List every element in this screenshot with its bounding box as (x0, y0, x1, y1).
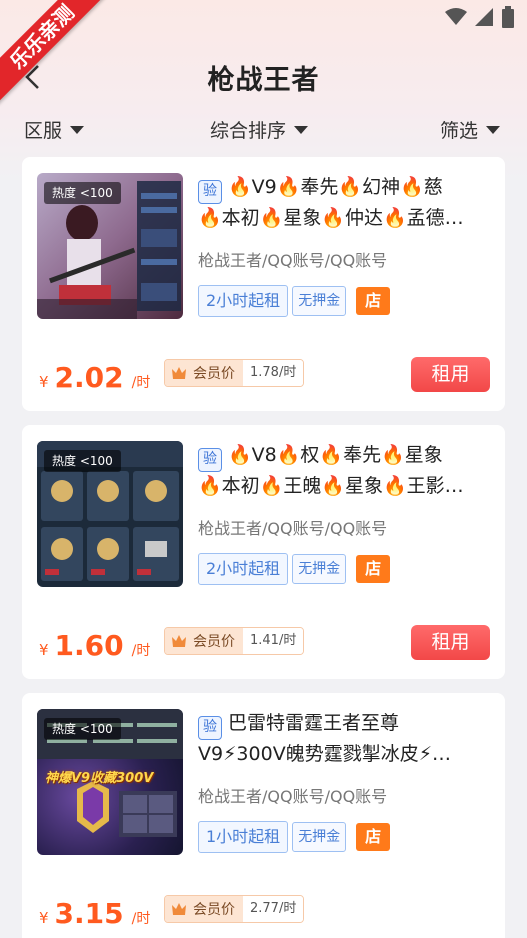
price-value: 2.02 (54, 361, 124, 394)
no-deposit-chip: 无押金 (292, 286, 347, 316)
price-row: ¥ 2.02 /时 (39, 361, 151, 394)
filter-sort-dropdown[interactable]: 综合排序 (210, 116, 309, 143)
price-currency: ¥ (39, 909, 49, 927)
title-segment: 🔥V9 (228, 176, 277, 198)
title-segment: 🔥慈 (400, 176, 443, 198)
price-currency: ¥ (39, 641, 49, 659)
title-segment: 🔥奉先 (276, 176, 339, 198)
listing-title: 验 🔥V9🔥奉先🔥幻神🔥慈 🔥本初🔥星象🔥仲达🔥孟德… (198, 173, 498, 233)
title-segment: 巴雷特雷霆王者至尊 (228, 712, 400, 734)
verified-badge: 验 (198, 716, 222, 740)
title-segment: 🔥幻神 (338, 176, 401, 198)
signal-icon (475, 8, 493, 26)
crown-icon (172, 903, 186, 915)
listing-card[interactable]: 热度 <100 神爆V9收藏300V 验巴雷特雷霆王者至尊 V9⚡300V魄势霆… (22, 693, 505, 938)
heat-badge: 热度 <100 (44, 718, 121, 740)
filter-region-dropdown[interactable]: 区服 (24, 116, 85, 143)
store-badge: 店 (356, 555, 391, 583)
member-price: 1.41/时 (243, 628, 304, 654)
listing-tags: 枪战王者/QQ账号/QQ账号 (198, 519, 388, 538)
heat-badge: 热度 <100 (44, 450, 121, 472)
title-segment: 🔥权 (276, 444, 320, 466)
listing-tags: 枪战王者/QQ账号/QQ账号 (198, 787, 388, 806)
filter-region-label: 区服 (24, 120, 63, 142)
listing-chips: 2小时起租 无押金 店 (198, 553, 391, 585)
listing-chips: 2小时起租 无押金 店 (198, 285, 391, 317)
no-deposit-chip: 无押金 (292, 554, 347, 584)
verified-badge: 验 (198, 180, 222, 204)
price-currency: ¥ (39, 373, 49, 391)
battery-icon (502, 6, 514, 28)
listing-thumbnail: 热度 <100 (37, 441, 183, 587)
title-segment: 🔥奉先 (319, 444, 382, 466)
price-row: ¥ 1.60 /时 (39, 629, 151, 662)
member-label: 会员价 (193, 902, 235, 918)
min-rent-chip: 2小时起租 (198, 553, 289, 585)
heat-badge: 热度 <100 (44, 182, 121, 204)
listing-title: 验巴雷特雷霆王者至尊 V9⚡300V魄势霆戮掣冰皮⚡… (198, 709, 498, 769)
listing-title: 验 🔥V8🔥权🔥奉先🔥星象 🔥本初🔥王魄🔥星象🔥王影… (198, 441, 498, 501)
min-rent-chip: 1小时起租 (198, 821, 289, 853)
no-deposit-chip: 无押金 (292, 822, 347, 852)
listing-tags: 枪战王者/QQ账号/QQ账号 (198, 251, 388, 270)
title-segment: 🔥V8 (228, 444, 277, 466)
title-line-2: 🔥本初🔥星象🔥仲达🔥孟德… (198, 207, 464, 229)
rent-button[interactable]: 租用 (411, 357, 490, 392)
crown-icon (172, 635, 186, 647)
price-unit: /时 (131, 375, 151, 391)
title-line-2: 🔥本初🔥王魄🔥星象🔥王影… (198, 475, 464, 497)
promo-ribbon: 乐乐亲测 (0, 0, 110, 110)
listing-card[interactable]: 热度 <100 验 🔥V9🔥奉先🔥幻神🔥慈 🔥本初🔥星象🔥仲达🔥孟德… 枪战王者/… (22, 157, 505, 411)
filter-screen-dropdown[interactable]: 筛选 (440, 116, 501, 143)
store-badge: 店 (356, 287, 391, 315)
rent-button[interactable]: 租用 (411, 625, 490, 660)
filter-bar: 区服 综合排序 筛选 (0, 112, 527, 146)
verified-badge: 验 (198, 448, 222, 472)
crown-icon (172, 367, 186, 379)
price-unit: /时 (131, 643, 151, 659)
filter-sort-label: 综合排序 (210, 120, 287, 142)
title-segment: 🔥星象 (381, 444, 443, 466)
title-line-2: V9⚡300V魄势霆戮掣冰皮⚡… (198, 743, 452, 765)
ribbon-text: 乐乐亲测 (0, 0, 110, 105)
caret-down-icon (294, 125, 309, 134)
status-icons (445, 6, 515, 28)
filter-screen-label: 筛选 (440, 120, 479, 142)
listing-card[interactable]: 热度 <100 验 🔥V8🔥权🔥奉先🔥星象 🔥本初🔥王魄🔥星象🔥王影… 枪战王者/… (22, 425, 505, 679)
member-price: 2.77/时 (243, 896, 304, 922)
wifi-icon (445, 8, 467, 25)
store-badge: 店 (356, 823, 391, 851)
price-unit: /时 (131, 911, 151, 927)
price-value: 1.60 (54, 629, 124, 662)
member-label: 会员价 (193, 634, 235, 650)
thumbnail-caption: 神爆V9收藏300V (45, 771, 154, 786)
listing-thumbnail: 热度 <100 (37, 173, 183, 319)
caret-down-icon (486, 125, 501, 134)
member-price: 1.78/时 (243, 360, 304, 386)
min-rent-chip: 2小时起租 (198, 285, 289, 317)
price-value: 3.15 (54, 897, 124, 930)
caret-down-icon (70, 125, 85, 134)
listing-chips: 1小时起租 无押金 店 (198, 821, 391, 853)
listing-thumbnail: 热度 <100 神爆V9收藏300V (37, 709, 183, 855)
price-row: ¥ 3.15 /时 (39, 897, 151, 930)
member-price-tag: 会员价 2.77/时 (164, 895, 305, 923)
member-label: 会员价 (193, 366, 235, 382)
member-price-tag: 会员价 1.41/时 (164, 627, 305, 655)
member-price-tag: 会员价 1.78/时 (164, 359, 305, 387)
